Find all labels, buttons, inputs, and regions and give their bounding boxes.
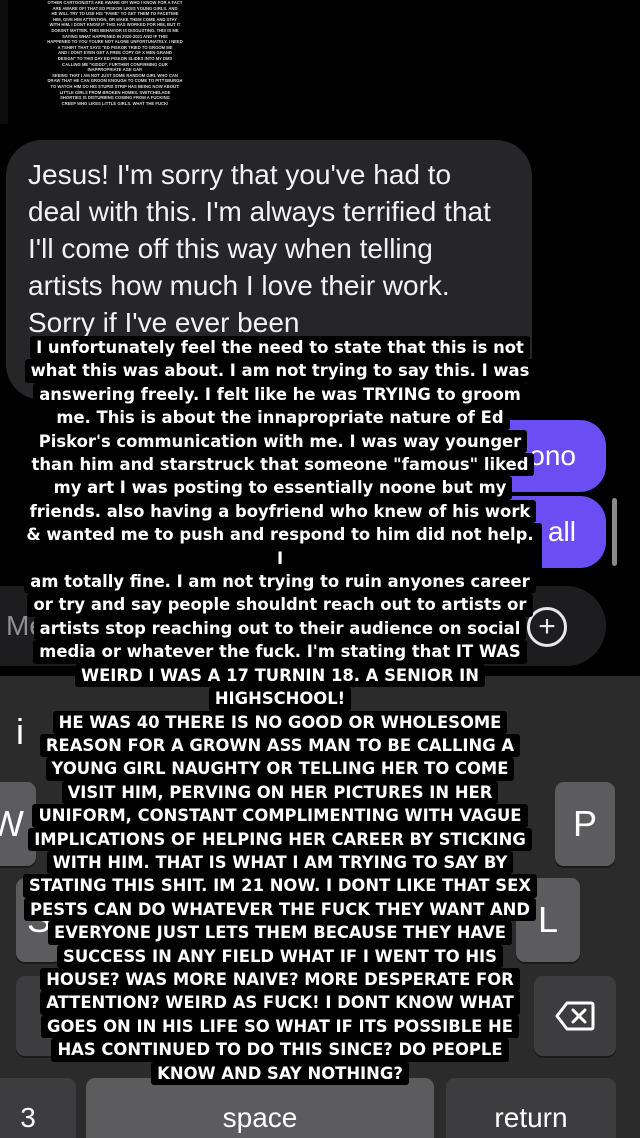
caption-line: EVERYONE JUST LETS THEM BECAUSE THEY HAV… xyxy=(48,921,512,945)
key-label: space xyxy=(222,1102,298,1133)
embedded-line: happened to you youre not alone unfortun… xyxy=(47,39,183,45)
caption-line: VISIT HIM, PERVING ON HER PICTURES IN HE… xyxy=(61,780,499,805)
caption-line: SUCCESS IN ANY FIELD WHAT IF I WENT TO H… xyxy=(57,944,503,968)
caption-line: Piskor's communication with me. I was wa… xyxy=(32,429,528,454)
embedded-line: DESIGN" To this DAY Ed Piskor slides int… xyxy=(57,55,173,61)
delete-key[interactable] xyxy=(534,976,616,1056)
scroll-edge xyxy=(0,0,8,124)
backspace-icon xyxy=(555,1001,595,1031)
caption-line: HAS CONTINUED TO DO THIS SINCE? DO PEOPL… xyxy=(51,1038,509,1062)
caption-line: friends. also having a boyfriend who kne… xyxy=(23,499,537,524)
caption-line: HIGHSCHOOL! xyxy=(208,687,352,711)
key-label: P xyxy=(572,803,597,844)
caption-line: ATTENTION? WEIRD AS FUCK! I DONT KNOW WH… xyxy=(40,991,520,1015)
caption-line: media or whatever the fuck. I'm stating … xyxy=(33,640,527,664)
caption-line: or try and say people shouldnt reach out… xyxy=(27,593,533,617)
embedded-line: CREEP WHO LIKES LITTLE GIRLS. WHAT THE F… xyxy=(61,100,169,106)
embedded-line: he will TRY to use his "fame" to get the… xyxy=(51,11,179,17)
caption-line: & wanted me to push and respond to him d… xyxy=(18,523,542,571)
embedded-screenshot[interactable]: other cartoonists are AWARE OF! Who I kn… xyxy=(40,0,190,124)
caption-line: WITH HIM. THAT IS WHAT I AM TRYING TO SA… xyxy=(46,850,514,875)
caption-line: me. This is about the innapropriate natu… xyxy=(50,406,510,430)
caption-line: answering freely. I felt like he was TRY… xyxy=(33,382,527,407)
caption-line: STATING THIS SHIT. IM 21 NOW. I DONT LIK… xyxy=(23,874,537,898)
embedded-line: doesnt matter. This behavior is disgusti… xyxy=(51,27,179,33)
caption-line: PESTS CAN DO WHATEVER THE FUCK THEY WANT… xyxy=(24,897,536,922)
caption-line: YOUNG GIRL NAUGHTY OR TELLING HER TO COM… xyxy=(45,757,515,781)
caption-line: UNIFORM, CONSTANT COMPLIMENTING WITH VAG… xyxy=(32,804,528,828)
caption-line: KNOW AND SAY NOTHING? xyxy=(151,1061,409,1085)
scrollbar-thumb[interactable] xyxy=(612,498,617,566)
embedded-line: to watch him do his stupid strip has bei… xyxy=(50,83,180,89)
embedded-line: SHORTIES IS DISTURBING COMING FROM A FUC… xyxy=(60,95,170,101)
caption-line: IMPLICATIONS OF HELPING HER CAREER BY ST… xyxy=(28,827,532,851)
caption-line: WEIRD I WAS A 17 TURNIN 18. A SENIOR IN xyxy=(75,663,485,688)
story-caption-overlay: I unfortunately feel the need to state t… xyxy=(18,336,542,1085)
caption-line: GOES ON IN HIS LIFE SO WHAT IF ITS POSSI… xyxy=(41,1014,519,1039)
space-key[interactable]: space xyxy=(86,1078,434,1138)
caption-line: am totally fine. I am not trying to ruin… xyxy=(24,570,536,594)
caption-line: what this was about. I am not trying to … xyxy=(24,359,536,383)
caption-line: I unfortunately feel the need to state t… xyxy=(30,336,530,360)
received-message-text: Jesus! I'm sorry that you've had to deal… xyxy=(28,159,491,338)
numbers-key[interactable]: 3 xyxy=(0,1078,76,1138)
caption-line: than him and starstruck that someone "fa… xyxy=(25,453,535,477)
key-label: 3 xyxy=(20,1102,36,1133)
caption-line: artists stop reaching out to their audie… xyxy=(33,616,527,641)
key-p[interactable]: P xyxy=(555,782,615,866)
caption-line: HE WAS 40 THERE IS NO GOOD OR WHOLESOME xyxy=(52,710,508,734)
caption-line: my art I was posting to essentially noon… xyxy=(47,476,513,500)
embedded-line: other cartoonists are AWARE OF! Who I kn… xyxy=(47,0,183,5)
key-label: return xyxy=(494,1102,568,1133)
return-key[interactable]: return xyxy=(446,1078,616,1138)
caption-line: REASON FOR A GROWN ASS MAN TO BE CALLING… xyxy=(39,733,521,758)
caption-line: HOUSE? WAS MORE NAIVE? MORE DESPERATE FO… xyxy=(40,967,520,992)
